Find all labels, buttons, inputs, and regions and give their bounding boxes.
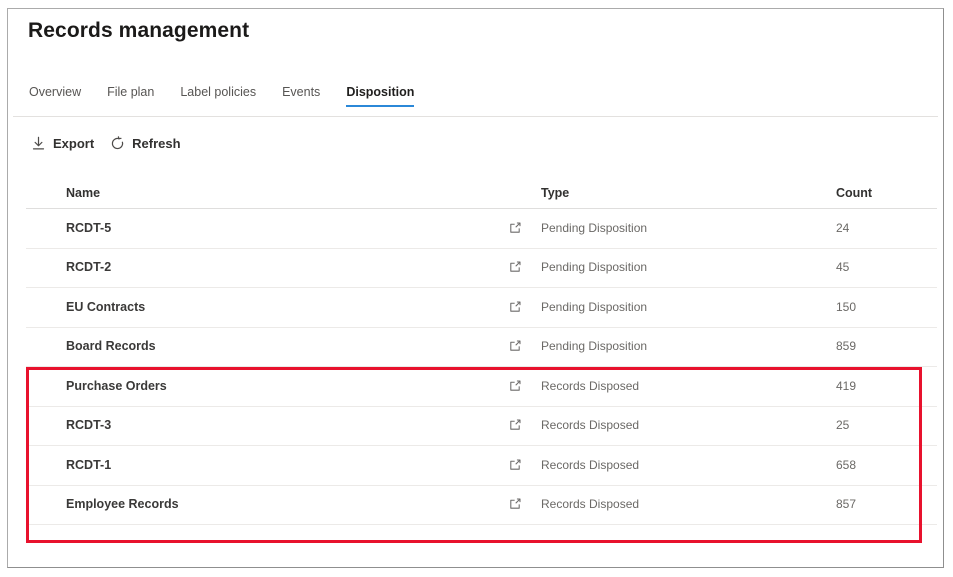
row-name[interactable]: RCDT-2 [66, 260, 111, 274]
table-row[interactable]: Board Records Pending Disposition 859 [26, 327, 937, 368]
row-count: 859 [836, 339, 856, 353]
table-header: Name Type Count [26, 177, 937, 209]
row-name[interactable]: Purchase Orders [66, 379, 167, 393]
column-header-count[interactable]: Count [836, 186, 872, 200]
row-name[interactable]: RCDT-3 [66, 418, 111, 432]
row-type: Pending Disposition [541, 339, 647, 353]
row-count: 419 [836, 379, 856, 393]
refresh-label: Refresh [132, 136, 180, 151]
open-in-new-window-icon[interactable] [508, 379, 522, 393]
row-count: 658 [836, 458, 856, 472]
open-in-new-window-icon[interactable] [508, 418, 522, 432]
disposition-table: RCDT-5 Pending Disposition 24 RCDT-2 Pen… [26, 208, 937, 525]
row-type: Records Disposed [541, 497, 639, 511]
row-type: Records Disposed [541, 458, 639, 472]
tabs-divider [13, 116, 938, 117]
open-in-new-window-icon[interactable] [508, 300, 522, 314]
open-in-new-window-icon[interactable] [508, 339, 522, 353]
row-name[interactable]: RCDT-1 [66, 458, 111, 472]
row-type: Pending Disposition [541, 221, 647, 235]
row-name[interactable]: EU Contracts [66, 300, 145, 314]
table-row[interactable]: RCDT-3 Records Disposed 25 [26, 406, 937, 447]
table-row[interactable]: EU Contracts Pending Disposition 150 [26, 287, 937, 328]
table-row[interactable]: RCDT-1 Records Disposed 658 [26, 445, 937, 486]
row-count: 24 [836, 221, 849, 235]
tab-file-plan[interactable]: File plan [107, 85, 154, 105]
row-type: Records Disposed [541, 379, 639, 393]
row-type: Pending Disposition [541, 260, 647, 274]
table-row[interactable]: RCDT-2 Pending Disposition 45 [26, 248, 937, 289]
column-header-type[interactable]: Type [541, 186, 569, 200]
tab-bar: Overview File plan Label policies Events… [29, 85, 414, 107]
open-in-new-window-icon[interactable] [508, 458, 522, 472]
row-count: 150 [836, 300, 856, 314]
row-count: 45 [836, 260, 849, 274]
column-header-name[interactable]: Name [66, 186, 100, 200]
row-name[interactable]: Employee Records [66, 497, 179, 511]
toolbar: Export Refresh [31, 134, 181, 152]
row-count: 25 [836, 418, 849, 432]
table-row[interactable]: Purchase Orders Records Disposed 419 [26, 366, 937, 407]
download-icon [31, 136, 46, 151]
table-row[interactable]: Employee Records Records Disposed 857 [26, 485, 937, 526]
tab-overview[interactable]: Overview [29, 85, 81, 105]
table-row[interactable]: RCDT-5 Pending Disposition 24 [26, 208, 937, 249]
records-management-panel: Records management Overview File plan La… [7, 8, 944, 568]
open-in-new-window-icon[interactable] [508, 221, 522, 235]
row-name[interactable]: Board Records [66, 339, 156, 353]
tab-label-policies[interactable]: Label policies [180, 85, 256, 105]
tab-disposition[interactable]: Disposition [346, 85, 414, 107]
row-type: Records Disposed [541, 418, 639, 432]
row-count: 857 [836, 497, 856, 511]
export-button[interactable]: Export [31, 136, 94, 151]
open-in-new-window-icon[interactable] [508, 260, 522, 274]
open-in-new-window-icon[interactable] [508, 497, 522, 511]
row-name[interactable]: RCDT-5 [66, 221, 111, 235]
export-label: Export [53, 136, 94, 151]
refresh-button[interactable]: Refresh [110, 136, 180, 151]
row-type: Pending Disposition [541, 300, 647, 314]
tab-events[interactable]: Events [282, 85, 320, 105]
page-title: Records management [28, 19, 249, 43]
refresh-icon [110, 136, 125, 151]
